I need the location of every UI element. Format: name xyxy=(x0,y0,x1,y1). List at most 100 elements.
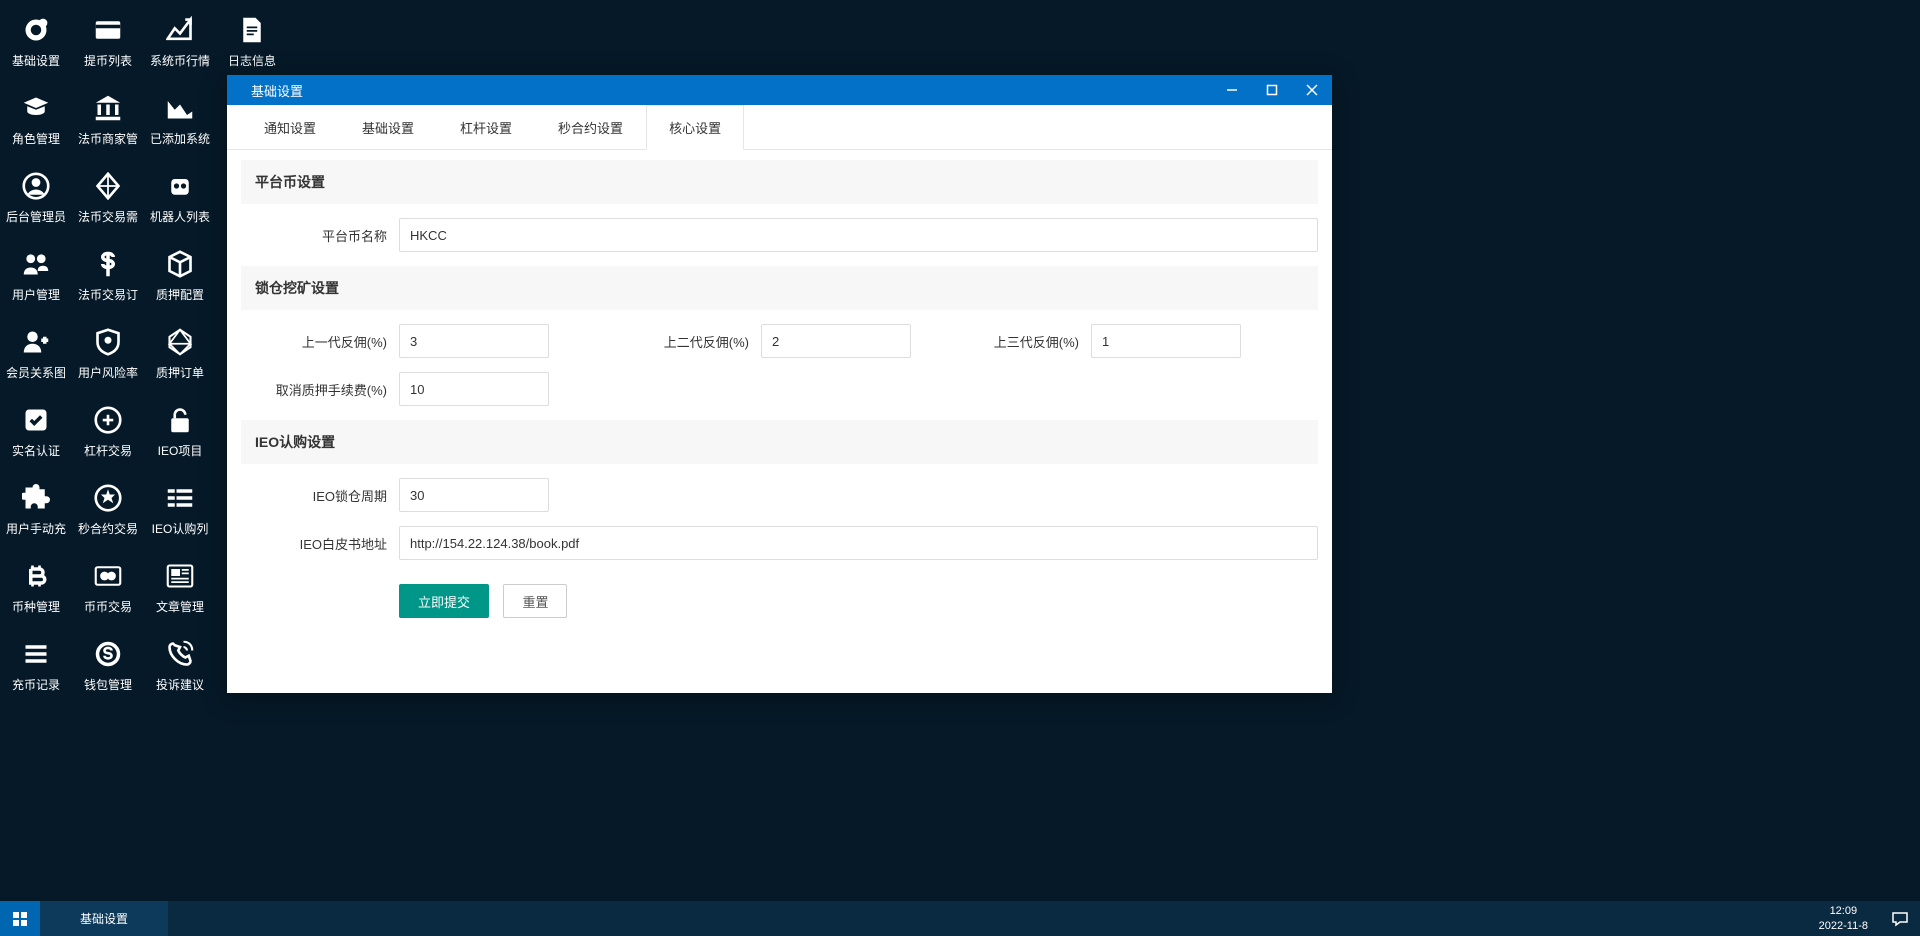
form-content: 平台币设置 平台币名称 锁仓挖矿设置 上一代反佣(%) 上二代反佣(%) 上三代… xyxy=(227,150,1332,693)
submit-button[interactable]: 立即提交 xyxy=(399,584,489,618)
desktop-icon-member-diagram[interactable]: 会员关系图 xyxy=(0,314,72,392)
desktop-icon-pledge-config[interactable]: 质押配置 xyxy=(144,236,216,314)
desktop-icon-user-mgmt[interactable]: 用户管理 xyxy=(0,236,72,314)
desktop-icon-ieo-subscribe-list[interactable]: IEO认购列 xyxy=(144,470,216,548)
skype-icon xyxy=(92,638,124,670)
desktop-icon-label: 日志信息 xyxy=(228,52,276,69)
check-square-icon xyxy=(20,404,52,436)
desktop-icon-system-coin-market[interactable]: 系统币行情 xyxy=(144,2,216,80)
bank-icon xyxy=(92,92,124,124)
section-platform-coin: 平台币设置 xyxy=(241,160,1318,204)
settings-window: 基础设置 通知设置基础设置杠杆设置秒合约设置核心设置 平台币设置 平台币名称 锁… xyxy=(227,75,1332,693)
ieo-whitepaper-input[interactable] xyxy=(399,526,1318,560)
desktop-icon-second-contract-trade[interactable]: 秒合约交易 xyxy=(72,470,144,548)
desktop-icon-label: 法币交易订 xyxy=(78,286,138,303)
desktop-icon-deposit-record[interactable]: 充币记录 xyxy=(0,626,72,704)
desktop-icon-coin-mgmt[interactable]: 币种管理 xyxy=(0,548,72,626)
desktop-icon-complaint-suggest[interactable]: 投诉建议 xyxy=(144,626,216,704)
desktop-icon-article-mgmt[interactable]: 文章管理 xyxy=(144,548,216,626)
tabbar: 通知设置基础设置杠杆设置秒合约设置核心设置 xyxy=(227,105,1332,150)
chart-line-icon xyxy=(164,14,196,46)
platform-coin-name-label: 平台币名称 xyxy=(241,226,399,245)
gear-icon xyxy=(20,14,52,46)
desktop-icon-user-manual-topup[interactable]: 用户手动充 xyxy=(0,470,72,548)
desktop-icon-label: 币币交易 xyxy=(84,598,132,615)
desktop-icon-label: 会员关系图 xyxy=(6,364,66,381)
desktop-icon-withdraw-list[interactable]: 提币列表 xyxy=(72,2,144,80)
desktop-icon-wallet-mgmt[interactable]: 钱包管理 xyxy=(72,626,144,704)
desktop-icon-label: 秒合约交易 xyxy=(78,520,138,537)
start-button[interactable] xyxy=(0,901,40,936)
desktop-icon-basic-settings[interactable]: 基础设置 xyxy=(0,2,72,80)
coin-stack-icon xyxy=(92,404,124,436)
gen2-rebate-input[interactable] xyxy=(761,324,911,358)
desktop-icon-label: 用户风险率 xyxy=(78,364,138,381)
desktop-icon-fiat-trade-order[interactable]: 法币交易订 xyxy=(72,236,144,314)
desktop-icon-robot-list[interactable]: 机器人列表 xyxy=(144,158,216,236)
cancel-pledge-fee-input[interactable] xyxy=(399,372,549,406)
tab-3[interactable]: 秒合约设置 xyxy=(535,105,646,150)
desktop-icon-label: 实名认证 xyxy=(12,442,60,459)
desktop-icon-label: 币种管理 xyxy=(12,598,60,615)
desktop-icon-role-mgmt[interactable]: 角色管理 xyxy=(0,80,72,158)
news-icon xyxy=(164,560,196,592)
tab-4[interactable]: 核心设置 xyxy=(646,105,744,150)
desktop-icon-label: 钱包管理 xyxy=(84,676,132,693)
taskbar-clock[interactable]: 12:09 2022-11-8 xyxy=(1807,904,1880,933)
desktop-icon-ieo-project[interactable]: IEO项目 xyxy=(144,392,216,470)
desktop-icon-label: 用户管理 xyxy=(12,286,60,303)
taskbar-app-basic-settings[interactable]: 基础设置 xyxy=(40,901,168,936)
gen2-rebate-label: 上二代反佣(%) xyxy=(581,332,761,351)
cancel-pledge-fee-label: 取消质押手续费(%) xyxy=(241,380,399,399)
desktop-icon-label: 系统币行情 xyxy=(150,52,210,69)
cube-icon xyxy=(164,248,196,280)
close-button[interactable] xyxy=(1292,75,1332,105)
clock-date: 2022-11-8 xyxy=(1819,919,1868,933)
desktop-icon-label: 基础设置 xyxy=(12,52,60,69)
desktop-icon-fiat-merchant-mgmt[interactable]: 法币商家管 xyxy=(72,80,144,158)
desktop-icon-backend-admin[interactable]: 后台管理员 xyxy=(0,158,72,236)
desktop-icon-user-risk-rate[interactable]: 用户风险率 xyxy=(72,314,144,392)
card-icon xyxy=(92,14,124,46)
polygon-icon xyxy=(164,326,196,358)
desktop-icon-label: 已添加系统 xyxy=(150,130,210,147)
minimize-button[interactable] xyxy=(1212,75,1252,105)
maximize-button[interactable] xyxy=(1252,75,1292,105)
desktop-icon-label: IEO项目 xyxy=(158,442,203,459)
user-circle-icon xyxy=(20,170,52,202)
gen1-rebate-label: 上一代反佣(%) xyxy=(241,332,399,351)
desktop-icon-pledge-order[interactable]: 质押订单 xyxy=(144,314,216,392)
desktop-icon-label: 质押配置 xyxy=(156,286,204,303)
reset-button[interactable]: 重置 xyxy=(503,584,567,618)
tab-0[interactable]: 通知设置 xyxy=(241,105,339,150)
platform-coin-name-input[interactable] xyxy=(399,218,1318,252)
desktop-icon-leverage-trade[interactable]: 杠杆交易 xyxy=(72,392,144,470)
tab-1[interactable]: 基础设置 xyxy=(339,105,437,150)
taskbar: 基础设置 12:09 2022-11-8 xyxy=(0,901,1920,936)
desktop-icon-label: 机器人列表 xyxy=(150,208,210,225)
notifications-icon[interactable] xyxy=(1880,901,1920,936)
graduation-icon xyxy=(20,92,52,124)
puzzle-icon xyxy=(20,482,52,514)
desktop-icon-added-system[interactable]: 已添加系统 xyxy=(144,80,216,158)
ieo-lock-period-input[interactable] xyxy=(399,478,549,512)
desktop-icon-label: 杠杆交易 xyxy=(84,442,132,459)
ieo-lock-period-label: IEO锁仓周期 xyxy=(241,486,399,505)
diamond-icon xyxy=(92,170,124,202)
robot-icon xyxy=(164,170,196,202)
tab-2[interactable]: 杠杆设置 xyxy=(437,105,535,150)
desktop-icon-label: 用户手动充 xyxy=(6,520,66,537)
shield-icon xyxy=(92,326,124,358)
window-titlebar[interactable]: 基础设置 xyxy=(227,75,1332,105)
emblem-icon xyxy=(92,482,124,514)
desktop-icon-fiat-trade-demand[interactable]: 法币交易需 xyxy=(72,158,144,236)
desktop-icon-realname-auth[interactable]: 实名认证 xyxy=(0,392,72,470)
desktop-icon-label: 提币列表 xyxy=(84,52,132,69)
desktop-icon-log-info[interactable]: 日志信息 xyxy=(216,2,288,80)
desktop-icon-label: 充币记录 xyxy=(12,676,60,693)
desktop-icon-label: 文章管理 xyxy=(156,598,204,615)
gen3-rebate-input[interactable] xyxy=(1091,324,1241,358)
user-plus-icon xyxy=(20,326,52,358)
gen1-rebate-input[interactable] xyxy=(399,324,549,358)
desktop-icon-coin-coin-trade[interactable]: 币币交易 xyxy=(72,548,144,626)
